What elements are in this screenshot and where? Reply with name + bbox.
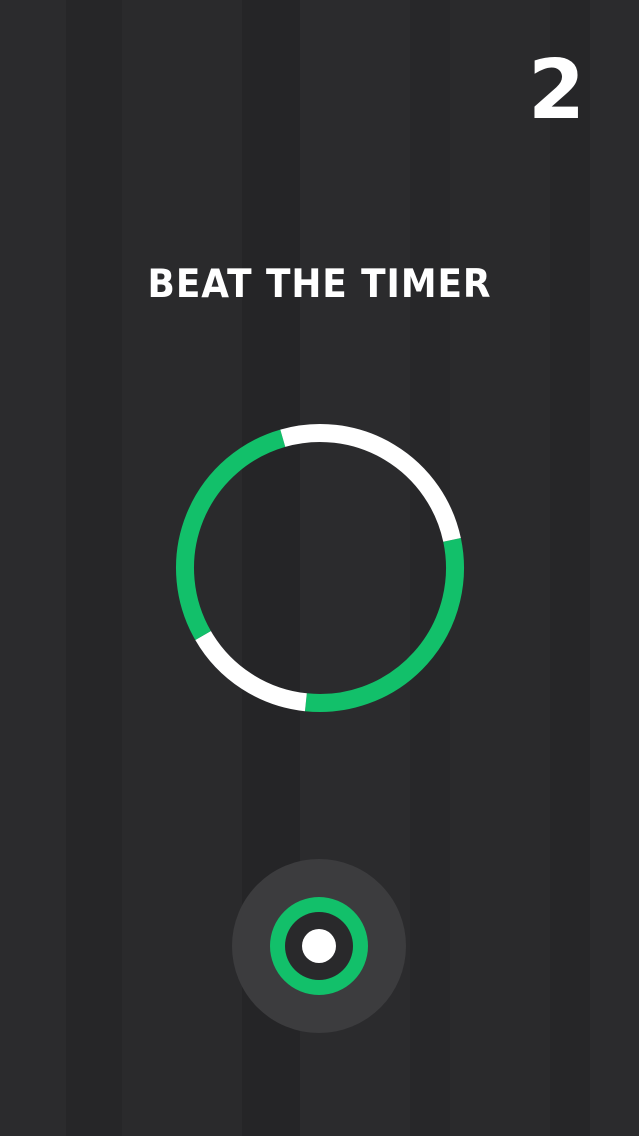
game-screen[interactable]: 2 BEAT THE TIMER <box>0 0 639 1136</box>
background-stripe <box>0 0 66 1136</box>
timer-ring-segment-green <box>176 429 286 640</box>
background-stripe <box>590 0 639 1136</box>
background-stripe <box>66 0 122 1136</box>
background-stripe <box>550 0 590 1136</box>
timer-ring-segment-white <box>195 630 308 712</box>
target-icon-gap <box>285 912 353 980</box>
target-icon-dot <box>302 929 336 963</box>
mode-title: BEAT THE TIMER <box>147 262 492 307</box>
timer-ring-segment-white <box>280 424 461 542</box>
target-icon <box>270 897 368 995</box>
timer-ring <box>176 424 464 712</box>
timer-ring-segment-green <box>304 538 464 712</box>
score-counter: 2 <box>527 43 585 138</box>
tap-button[interactable] <box>232 859 406 1033</box>
